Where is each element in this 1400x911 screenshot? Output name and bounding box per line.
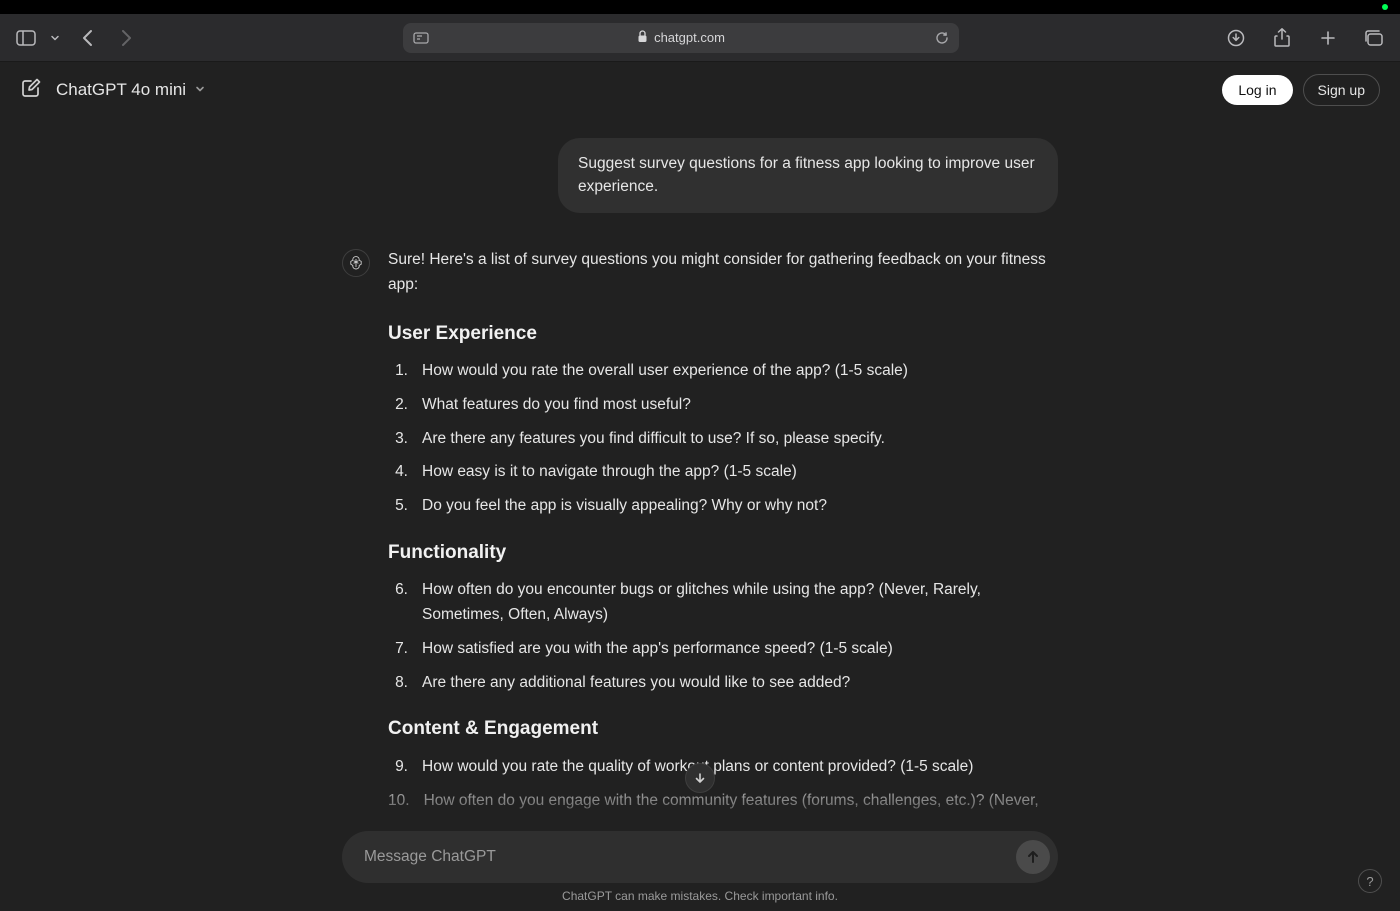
- forward-button[interactable]: [114, 26, 138, 50]
- list-item: 6. How often do you encounter bugs or gli…: [388, 578, 1058, 628]
- downloads-icon[interactable]: [1224, 26, 1248, 50]
- app-header: ChatGPT 4o mini Log in Sign up: [0, 62, 1400, 118]
- new-tab-icon[interactable]: [1316, 26, 1340, 50]
- assistant-message: Sure! Here's a list of survey questions …: [342, 247, 1058, 823]
- list-item: 3. Are there any features you find diffic…: [388, 427, 1058, 452]
- list-item-text: How often do you encounter bugs or glitc…: [422, 578, 1058, 628]
- model-switcher[interactable]: ChatGPT 4o mini: [56, 80, 206, 100]
- list-item: 2. What features do you find most useful?: [388, 393, 1058, 418]
- list-item-number: 6.: [388, 578, 408, 628]
- list-item-text: What features do you find most useful?: [422, 393, 691, 418]
- list-item: 1. How would you rate the overall user ex…: [388, 359, 1058, 384]
- disclaimer-text: ChatGPT can make mistakes. Check importa…: [0, 889, 1400, 903]
- list-item-number: 3.: [388, 427, 408, 452]
- signup-button[interactable]: Sign up: [1303, 74, 1380, 106]
- section-heading: User Experience: [388, 318, 1058, 349]
- tab-overview-icon[interactable]: [1362, 26, 1386, 50]
- back-button[interactable]: [76, 26, 100, 50]
- login-button[interactable]: Log in: [1222, 75, 1292, 105]
- scroll-to-bottom-button[interactable]: [685, 763, 715, 793]
- list-item-number: 1.: [388, 359, 408, 384]
- list-item: 7. How satisfied are you with the app's p…: [388, 637, 1058, 662]
- question-list: 9.How would you rate the quality of work…: [388, 755, 1058, 814]
- section-heading: Content & Engagement: [388, 713, 1058, 744]
- question-list: 1. How would you rate the overall user ex…: [388, 359, 1058, 519]
- sidebar-toggle-icon[interactable]: [14, 26, 38, 50]
- list-item: 10. How often do you engage with the comm…: [388, 789, 1058, 814]
- reload-icon[interactable]: [935, 31, 949, 45]
- assistant-avatar-icon: [342, 249, 370, 277]
- camera-indicator-dot: [1382, 4, 1388, 10]
- list-item-text: How satisfied are you with the app's per…: [422, 637, 893, 662]
- url-host: chatgpt.com: [654, 30, 725, 45]
- composer: [342, 831, 1058, 883]
- lock-icon: [637, 30, 648, 46]
- user-message-bubble: Suggest survey questions for a fitness a…: [558, 138, 1058, 213]
- list-item: 8. Are there any additional features you …: [388, 671, 1058, 696]
- list-item-text: How often do you engage with the communi…: [424, 789, 1039, 814]
- section-heading: Functionality: [388, 537, 1058, 568]
- list-item-text: How would you rate the overall user expe…: [422, 359, 908, 384]
- list-item: 4. How easy is it to navigate through the…: [388, 460, 1058, 485]
- composer-wrap: [0, 831, 1400, 883]
- site-settings-icon[interactable]: [413, 31, 429, 45]
- share-icon[interactable]: [1270, 26, 1294, 50]
- list-item-text: Do you feel the app is visually appealin…: [422, 494, 827, 519]
- macos-menubar: [0, 0, 1400, 14]
- address-bar[interactable]: chatgpt.com: [403, 23, 959, 53]
- list-item-number: 8.: [388, 671, 408, 696]
- send-button[interactable]: [1016, 840, 1050, 874]
- list-item-text: Are there any additional features you wo…: [422, 671, 850, 696]
- list-item-text: How easy is it to navigate through the a…: [422, 460, 797, 485]
- safari-toolbar: chatgpt.com: [0, 14, 1400, 62]
- list-item-text: Are there any features you find difficul…: [422, 427, 885, 452]
- question-list: 6. How often do you encounter bugs or gli…: [388, 578, 1058, 695]
- list-item-number: 7.: [388, 637, 408, 662]
- list-item-number: 4.: [388, 460, 408, 485]
- list-item: 9.How would you rate the quality of work…: [388, 755, 1058, 780]
- assistant-intro: Sure! Here's a list of survey questions …: [388, 247, 1058, 298]
- list-item-number: 5.: [388, 494, 408, 519]
- tab-group-chevron-icon[interactable]: [48, 26, 62, 50]
- list-item-number: 9.: [388, 755, 408, 780]
- list-item: 5. Do you feel the app is visually appeal…: [388, 494, 1058, 519]
- new-chat-icon[interactable]: [20, 77, 42, 104]
- chatgpt-app: ChatGPT 4o mini Log in Sign up Suggest s…: [0, 62, 1400, 911]
- message-input[interactable]: [364, 848, 1016, 866]
- model-label: ChatGPT 4o mini: [56, 80, 186, 100]
- chevron-down-icon: [194, 80, 206, 100]
- list-item-number: 10.: [388, 789, 410, 814]
- list-item-number: 2.: [388, 393, 408, 418]
